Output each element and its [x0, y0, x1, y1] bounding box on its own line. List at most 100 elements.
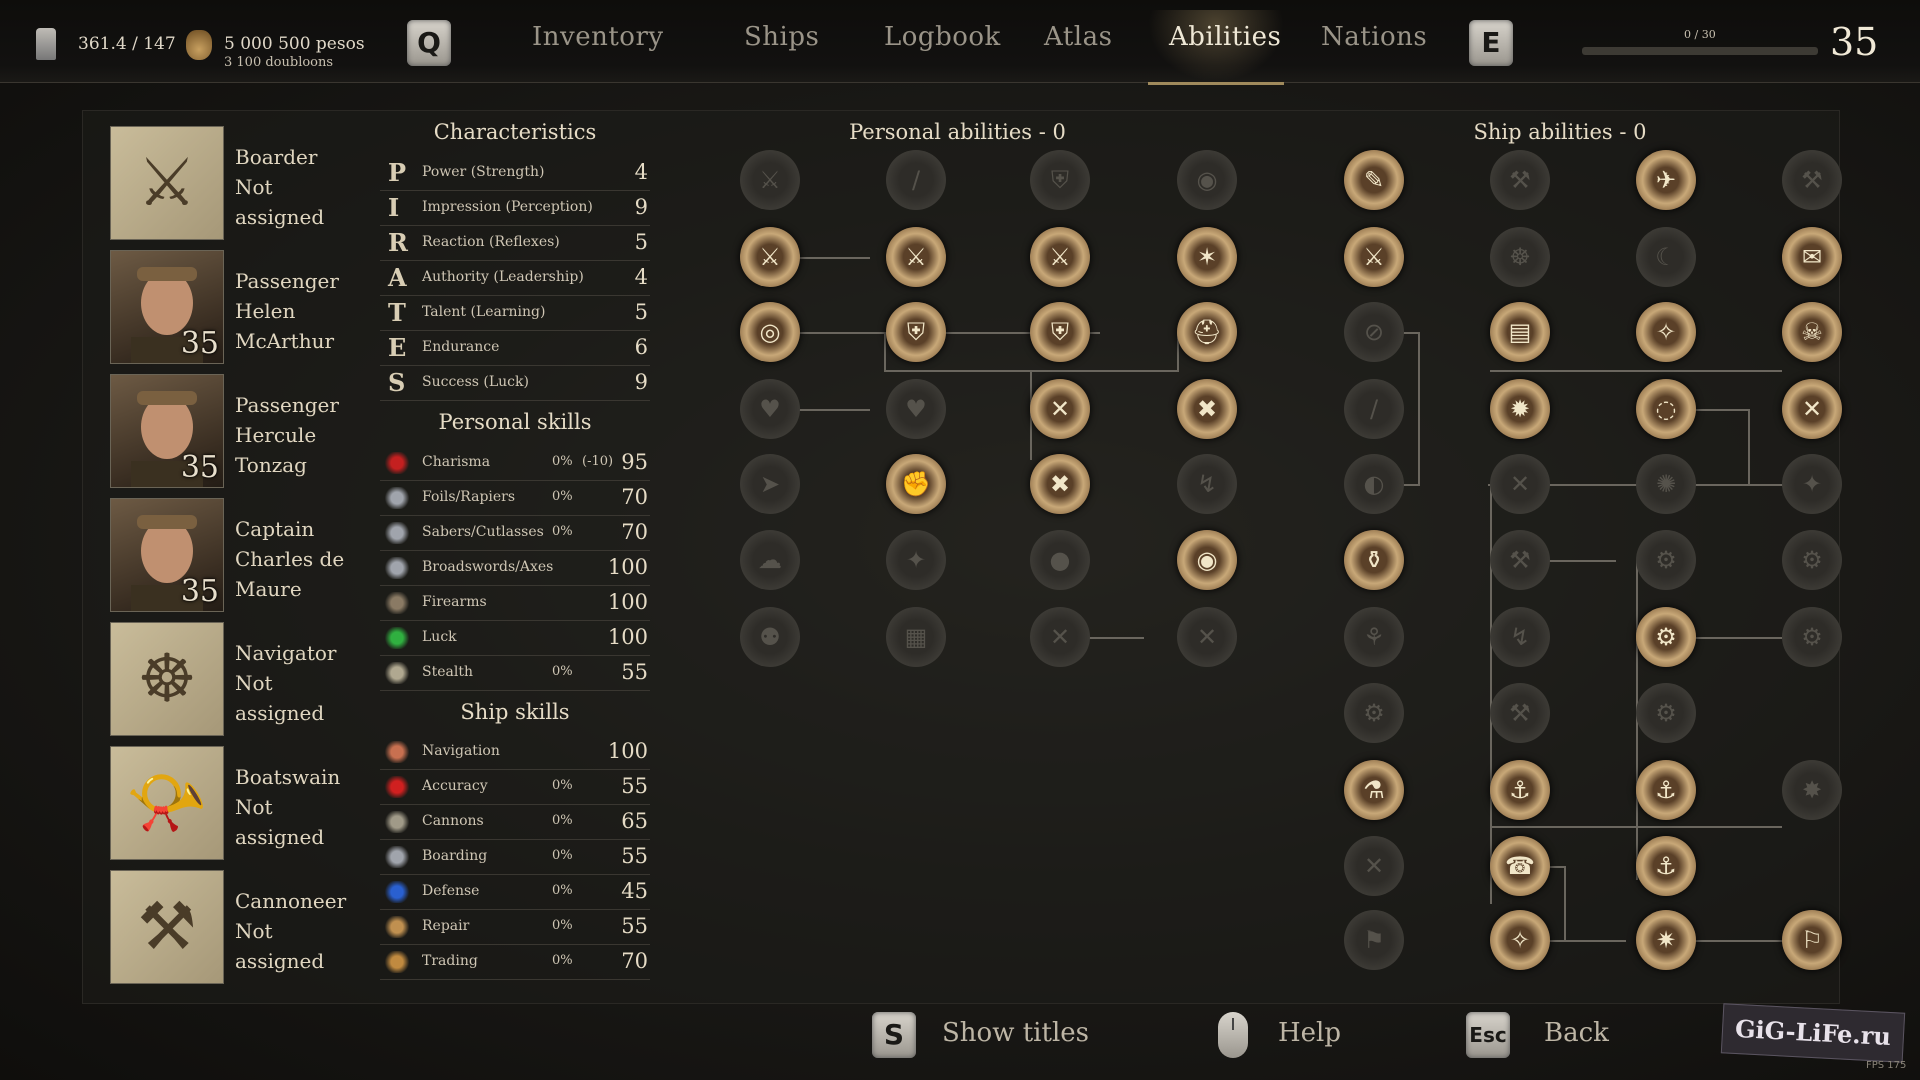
- ship-ability-node[interactable]: ✈: [1636, 150, 1696, 210]
- show-titles-key[interactable]: S: [872, 1012, 916, 1058]
- personal-ability-node[interactable]: ◉: [1177, 530, 1237, 590]
- personal-ability-node[interactable]: ⛑: [1177, 302, 1237, 362]
- personal-ability-node[interactable]: ✊: [886, 454, 946, 514]
- show-titles-button[interactable]: Show titles: [942, 1018, 1089, 1048]
- ship-ability-node[interactable]: ◌: [1636, 379, 1696, 439]
- fps-counter: FPS 175: [1866, 1060, 1907, 1071]
- officer-card[interactable]: 35 Passenger Hercule Tonzag: [110, 374, 360, 494]
- personal-ability-node[interactable]: ◉: [1177, 150, 1237, 210]
- ship-ability-node[interactable]: ✸: [1782, 760, 1842, 820]
- ship-ability-node[interactable]: ⚓: [1490, 760, 1550, 820]
- personal-ability-node[interactable]: ➤: [740, 454, 800, 514]
- ship-ability-node[interactable]: ⚱: [1344, 530, 1404, 590]
- ship-ability-node[interactable]: ⚓: [1636, 836, 1696, 896]
- personal-ability-node[interactable]: ↯: [1177, 454, 1237, 514]
- ship-ability-node[interactable]: ⚒: [1490, 683, 1550, 743]
- ship-ability-node[interactable]: ⚒: [1490, 150, 1550, 210]
- ship-ability-node[interactable]: ⚒: [1490, 530, 1550, 590]
- ship-ability-node[interactable]: ⊘: [1344, 302, 1404, 362]
- tab-atlas[interactable]: Atlas: [1044, 22, 1112, 52]
- personal-ability-node[interactable]: ✶: [1177, 227, 1237, 287]
- ship-ability-node[interactable]: ☾: [1636, 227, 1696, 287]
- tab-inventory[interactable]: Inventory: [532, 22, 664, 52]
- ship-ability-node[interactable]: ▤: [1490, 302, 1550, 362]
- ship-ability-node[interactable]: ⚔: [1344, 227, 1404, 287]
- ship-ability-node[interactable]: ☎: [1490, 836, 1550, 896]
- ship-ability-node[interactable]: ⚓: [1636, 760, 1696, 820]
- personal-ability-node[interactable]: ⛨: [1030, 302, 1090, 362]
- ship-ability-node[interactable]: ∕: [1344, 379, 1404, 439]
- ship-ability-node[interactable]: ⚙: [1782, 607, 1842, 667]
- officer-card[interactable]: ☸ Navigator Not assigned: [110, 622, 360, 742]
- ship-ability-node[interactable]: ⚗: [1344, 760, 1404, 820]
- ship-ability-node[interactable]: ✧: [1636, 302, 1696, 362]
- ship-ability-node[interactable]: ✕: [1490, 454, 1550, 514]
- tab-abilities[interactable]: Abilities: [1169, 22, 1281, 52]
- personal-ability-node[interactable]: ⚔: [740, 150, 800, 210]
- tab-nations[interactable]: Nations: [1321, 22, 1427, 52]
- officer-portrait: 35: [110, 498, 224, 612]
- personal-ability-node[interactable]: ♥: [886, 379, 946, 439]
- personal-ability-node[interactable]: ⚔: [1030, 227, 1090, 287]
- ship-ability-node[interactable]: ✎: [1344, 150, 1404, 210]
- ship-ability-node[interactable]: ⚙: [1636, 607, 1696, 667]
- ship-ability-node[interactable]: ✺: [1636, 454, 1696, 514]
- back-key[interactable]: Esc: [1466, 1012, 1510, 1058]
- officer-level: 35: [180, 450, 219, 485]
- ship-ability-node[interactable]: ⚐: [1782, 910, 1842, 970]
- officer-card[interactable]: 35 Captain Charles de Maure: [110, 498, 360, 618]
- personal-ability-node[interactable]: ⚉: [740, 607, 800, 667]
- officer-card[interactable]: ⚒ Cannoneer Not assigned: [110, 870, 360, 990]
- back-button[interactable]: Back: [1544, 1018, 1609, 1048]
- ship-ability-node[interactable]: ☸: [1490, 227, 1550, 287]
- personal-ability-node[interactable]: ⛨: [1030, 150, 1090, 210]
- ship-ability-node[interactable]: ◐: [1344, 454, 1404, 514]
- ship-ability-node[interactable]: ✕: [1344, 836, 1404, 896]
- help-button[interactable]: Help: [1278, 1018, 1341, 1048]
- personal-ability-node[interactable]: ♥: [740, 379, 800, 439]
- ship-ability-node[interactable]: ✉: [1782, 227, 1842, 287]
- skill-value: 70: [621, 485, 648, 509]
- personal-ability-node[interactable]: ✕: [1030, 607, 1090, 667]
- personal-ability-node[interactable]: ✖: [1177, 379, 1237, 439]
- officer-card[interactable]: ⚔ Boarder Not assigned: [110, 126, 360, 246]
- ship-ability-node[interactable]: ✹: [1490, 379, 1550, 439]
- personal-skills-row: Luck 100: [380, 621, 650, 656]
- personal-ability-node[interactable]: ✕: [1177, 607, 1237, 667]
- ship-ability-node[interactable]: ⚒: [1782, 150, 1842, 210]
- officer-card[interactable]: 35 Passenger Helen McArthur: [110, 250, 360, 370]
- personal-ability-node[interactable]: ∕: [886, 150, 946, 210]
- personal-ability-node[interactable]: ●: [1030, 530, 1090, 590]
- skill-value: 70: [621, 520, 648, 544]
- personal-ability-node[interactable]: ◎: [740, 302, 800, 362]
- ship-ability-node[interactable]: ⚙: [1782, 530, 1842, 590]
- ship-ability-node[interactable]: ☠: [1782, 302, 1842, 362]
- ship-ability-node[interactable]: ↯: [1490, 607, 1550, 667]
- personal-ability-node[interactable]: ▦: [886, 607, 946, 667]
- personal-ability-node[interactable]: ✕: [1030, 379, 1090, 439]
- personal-ability-node[interactable]: ⛨: [886, 302, 946, 362]
- experience-bar: [1582, 47, 1818, 55]
- personal-ability-node[interactable]: ✖: [1030, 454, 1090, 514]
- officer-card[interactable]: 📯 Boatswain Not assigned: [110, 746, 360, 866]
- ship-ability-node[interactable]: ⚘: [1344, 607, 1404, 667]
- personal-ability-node[interactable]: ✦: [886, 530, 946, 590]
- personal-ability-node[interactable]: ⚔: [740, 227, 800, 287]
- ship-ability-node[interactable]: ✷: [1636, 910, 1696, 970]
- next-tab-key[interactable]: E: [1469, 20, 1513, 66]
- personal-skills-row: Sabers/Cutlasses 0% 70: [380, 516, 650, 551]
- characteristic-letter: E: [388, 333, 407, 362]
- prev-tab-key[interactable]: Q: [407, 20, 451, 66]
- personal-ability-node[interactable]: ⚔: [886, 227, 946, 287]
- ship-ability-node[interactable]: ⚑: [1344, 910, 1404, 970]
- ship-ability-node[interactable]: ✕: [1782, 379, 1842, 439]
- ship-ability-node[interactable]: ⚙: [1636, 683, 1696, 743]
- skill-percent: 0%: [552, 813, 573, 828]
- tab-ships[interactable]: Ships: [744, 22, 819, 52]
- ship-ability-node[interactable]: ⚙: [1636, 530, 1696, 590]
- ship-ability-node[interactable]: ✦: [1782, 454, 1842, 514]
- tab-logbook[interactable]: Logbook: [884, 22, 1001, 52]
- ship-ability-node[interactable]: ✧: [1490, 910, 1550, 970]
- personal-ability-node[interactable]: ☁: [740, 530, 800, 590]
- ship-ability-node[interactable]: ⚙: [1344, 683, 1404, 743]
